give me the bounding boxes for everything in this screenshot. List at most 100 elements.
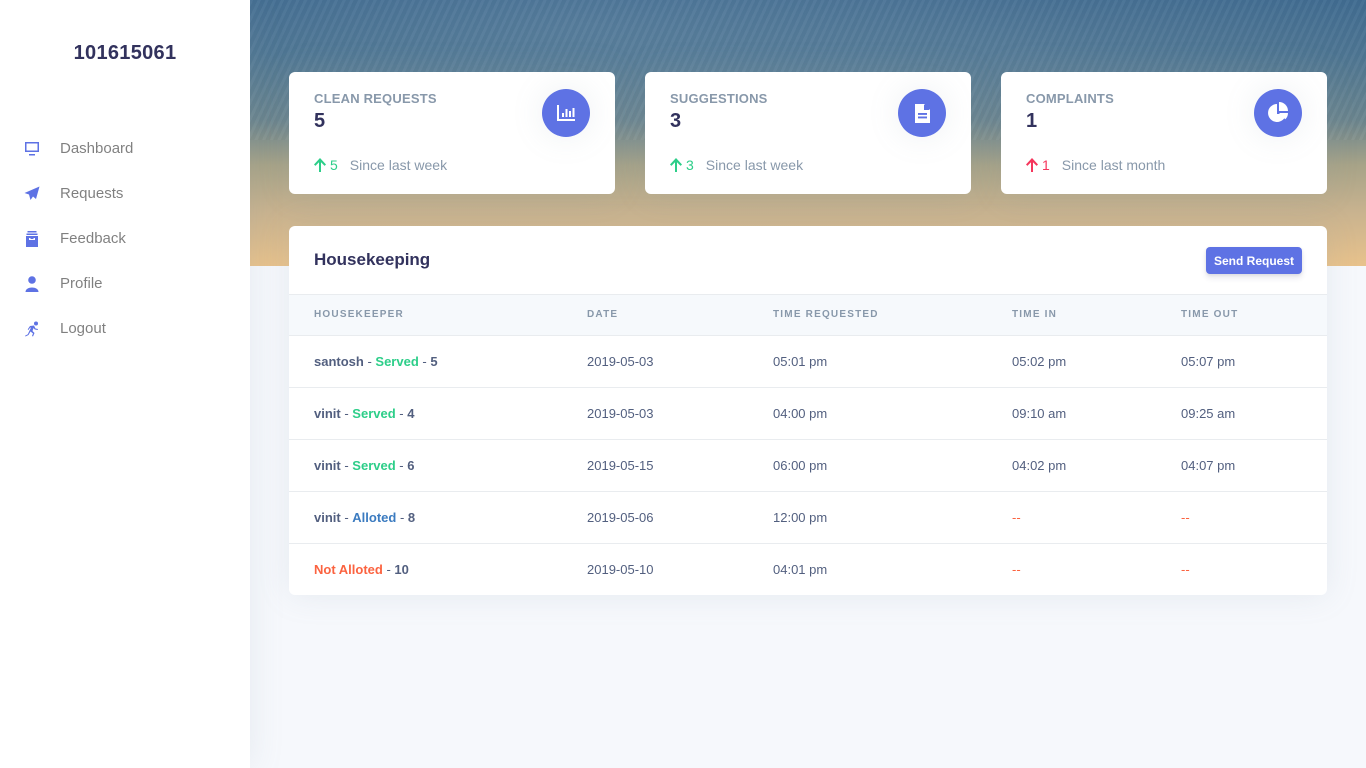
cell-housekeeper: vinit - Served - 4 [289, 387, 587, 439]
document-icon [898, 89, 946, 137]
sidebar-item-label: Requests [60, 185, 124, 202]
separator: - [340, 457, 353, 473]
column-header-housekeeper: HOUSEKEEPER [289, 295, 587, 336]
cell-time-out: -- [1181, 561, 1190, 577]
stat-since: Since last week [349, 157, 448, 173]
separator: - [396, 509, 408, 525]
column-header-date: DATE [587, 295, 773, 336]
stat-since: Since last week [705, 157, 804, 173]
stat-card-complaints: COMPLAINTS 1 1 Since last month [1001, 72, 1327, 194]
request-number: 5 [430, 353, 438, 369]
cell-date: 2019-05-15 [587, 457, 654, 473]
cell-time-out: 04:07 pm [1181, 457, 1236, 473]
stat-card-clean-requests: CLEAN REQUESTS 5 5 Since last week [289, 72, 615, 194]
housekeeper-name: vinit [314, 509, 341, 525]
table-body: santosh - Served - 5 2019-05-03 05:01 pm 05… [289, 335, 1327, 595]
cell-time-requested: 05:01 pm [773, 353, 828, 369]
cell-time-in: 04:02 pm [1012, 457, 1067, 473]
column-header-time-out: TIME OUT [1181, 295, 1327, 336]
cell-date: 2019-05-03 [587, 405, 654, 421]
stat-trend: 3 Since last week [670, 157, 803, 173]
sidebar-item-dashboard[interactable]: Dashboard [0, 126, 250, 171]
sidebar-item-requests[interactable]: Requests [0, 171, 250, 216]
separator: - [363, 353, 376, 369]
stat-delta: 1 [1042, 157, 1050, 173]
stats-row: CLEAN REQUESTS 5 5 Since last week SUGGE… [289, 72, 1327, 194]
card-title: Housekeeping [314, 250, 431, 269]
brand-title: 101615061 [73, 42, 177, 64]
send-request-button[interactable]: Send Request [1205, 246, 1302, 274]
cell-date: 2019-05-10 [587, 561, 654, 577]
cell-time-out: 09:25 am [1181, 405, 1236, 421]
housekeeper-name: vinit [314, 405, 341, 421]
bar-chart-icon [542, 89, 590, 137]
cell-housekeeper: vinit - Alloted - 8 [289, 491, 587, 543]
request-number: 6 [407, 457, 415, 473]
running-person-icon [24, 321, 40, 337]
table-row: santosh - Served - 5 2019-05-03 05:01 pm 05… [289, 335, 1327, 387]
stat-trend: 1 Since last month [1026, 157, 1165, 173]
status-label: Served [352, 457, 396, 473]
cell-time-requested: 04:01 pm [773, 561, 828, 577]
card-header: Housekeeping Send Request [289, 226, 1327, 295]
column-header-time-requested: TIME REQUESTED [773, 295, 1012, 336]
sidebar-item-feedback[interactable]: Feedback [0, 216, 250, 261]
separator: - [418, 353, 431, 369]
arrow-up-icon [1026, 158, 1038, 172]
sidebar-item-profile[interactable]: Profile [0, 261, 250, 306]
cell-time-requested: 04:00 pm [773, 405, 828, 421]
stat-since: Since last month [1061, 157, 1166, 173]
table-row: vinit - Served - 4 2019-05-03 04:00 pm 09:1… [289, 387, 1327, 439]
separator: - [382, 561, 395, 577]
monitor-icon [24, 141, 40, 157]
table-row: Not Alloted - 10 2019-05-10 04:01 pm -- -- [289, 543, 1327, 595]
cell-time-out: -- [1181, 509, 1190, 525]
cell-time-out: 05:07 pm [1181, 353, 1236, 369]
separator: - [340, 509, 353, 525]
sidebar-item-label: Dashboard [60, 140, 134, 157]
cell-time-in: -- [1012, 561, 1021, 577]
sidebar-nav: Dashboard Requests Feedback Profile Logo… [0, 126, 250, 351]
column-header-time-in: TIME IN [1012, 295, 1181, 336]
cell-time-in: 05:02 pm [1012, 353, 1067, 369]
user-icon [24, 275, 40, 292]
cell-time-in: -- [1012, 509, 1021, 525]
sidebar-item-label: Profile [60, 275, 103, 292]
sidebar-item-logout[interactable]: Logout [0, 306, 250, 351]
request-number: 8 [407, 509, 416, 525]
paper-plane-icon [24, 186, 40, 202]
table-row: vinit - Served - 6 2019-05-15 06:00 pm 04:0… [289, 439, 1327, 491]
separator: - [340, 405, 353, 421]
arrow-up-icon [314, 158, 326, 172]
status-label: Served [352, 405, 396, 421]
table-header-row: HOUSEKEEPER DATE TIME REQUESTED TIME IN … [289, 295, 1327, 336]
stat-delta: 3 [686, 157, 694, 173]
stat-card-suggestions: SUGGESTIONS 3 3 Since last week [645, 72, 971, 194]
table-row: vinit - Alloted - 8 2019-05-06 12:00 pm -- -… [289, 491, 1327, 543]
request-number: 4 [407, 405, 415, 421]
status-label: Alloted [352, 509, 397, 525]
housekeeping-card: Housekeeping Send Request HOUSEKEEPER DA… [289, 226, 1327, 595]
status-label: Served [375, 353, 419, 369]
sidebar: 101615061 Dashboard Requests Feedback Pr… [0, 0, 250, 768]
cell-date: 2019-05-06 [587, 509, 654, 525]
sidebar-item-label: Feedback [60, 230, 126, 247]
stat-trend: 5 Since last week [314, 157, 447, 173]
cell-date: 2019-05-03 [587, 353, 654, 369]
cell-housekeeper: Not Alloted - 10 [289, 543, 587, 595]
archive-box-icon [24, 230, 40, 247]
housekeeper-name: vinit [314, 457, 341, 473]
cell-housekeeper: vinit - Served - 6 [289, 439, 587, 491]
housekeeping-table: HOUSEKEEPER DATE TIME REQUESTED TIME IN … [289, 295, 1327, 595]
cell-housekeeper: santosh - Served - 5 [289, 335, 587, 387]
cell-time-requested: 06:00 pm [773, 457, 828, 473]
housekeeper-name: santosh [314, 353, 364, 369]
separator: - [395, 405, 408, 421]
status-label: Not Alloted [314, 561, 383, 577]
pie-chart-icon [1254, 89, 1302, 137]
arrow-up-icon [670, 158, 682, 172]
cell-time-requested: 12:00 pm [773, 509, 828, 525]
sidebar-item-label: Logout [60, 320, 106, 337]
separator: - [395, 457, 408, 473]
cell-time-in: 09:10 am [1012, 405, 1067, 421]
